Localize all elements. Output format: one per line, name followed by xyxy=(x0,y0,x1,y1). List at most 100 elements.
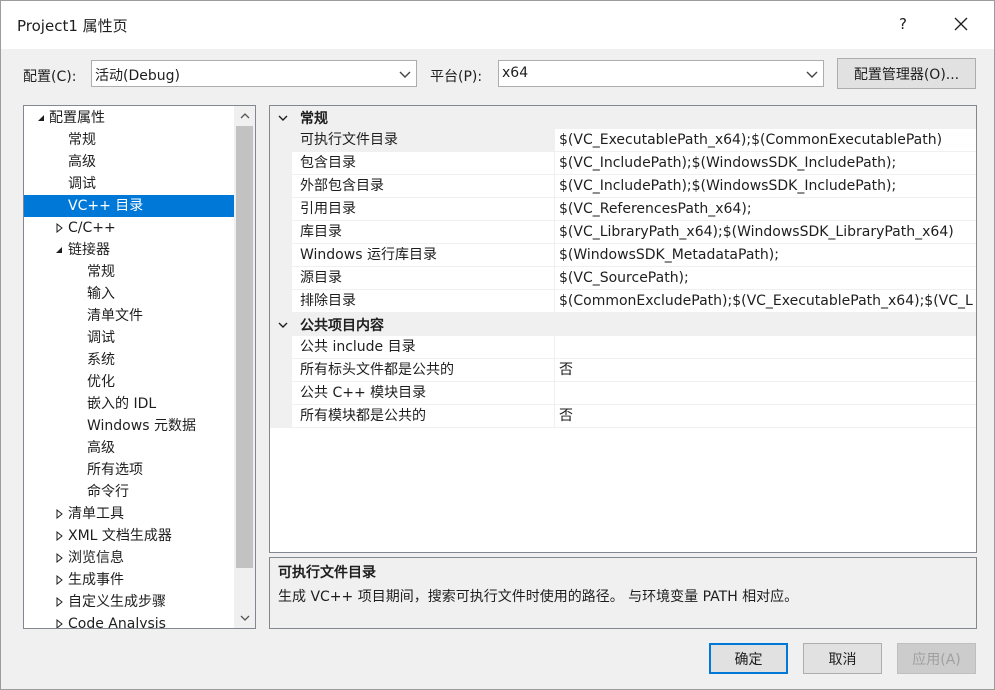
tree-item[interactable]: 浏览信息 xyxy=(24,547,234,569)
tree-item[interactable]: XML 文档生成器 xyxy=(24,525,234,547)
scroll-thumb[interactable] xyxy=(236,126,253,568)
triangle-collapsed-icon[interactable] xyxy=(54,223,64,233)
property-row[interactable]: 库目录 $(VC_LibraryPath_x64);$(WindowsSDK_Li… xyxy=(270,221,976,244)
property-row[interactable]: 引用目录 $(VC_ReferencesPath_x64); xyxy=(270,198,976,221)
property-name[interactable]: 外部包含目录 xyxy=(292,175,554,198)
tree-scrollbar[interactable] xyxy=(234,106,255,628)
property-name[interactable]: 排除目录 xyxy=(292,290,554,313)
triangle-expanded-icon[interactable] xyxy=(54,245,64,255)
row-gutter xyxy=(270,175,292,198)
configuration-manager-button[interactable]: 配置管理器(O)... xyxy=(837,58,976,89)
property-value[interactable]: $(VC_SourcePath); xyxy=(554,267,976,290)
tree-item[interactable]: 链接器 xyxy=(24,239,234,261)
triangle-collapsed-icon[interactable] xyxy=(54,597,64,607)
apply-button[interactable]: 应用(A) xyxy=(897,643,976,674)
tree-item-label: 链接器 xyxy=(68,242,110,258)
tree-item[interactable]: 所有选项 xyxy=(24,459,234,481)
tree-item[interactable]: 高级 xyxy=(24,437,234,459)
tree-item[interactable]: 调试 xyxy=(24,327,234,349)
row-gutter xyxy=(270,198,292,221)
property-value[interactable] xyxy=(554,382,976,405)
property-row[interactable]: 公共 C++ 模块目录 xyxy=(270,382,976,405)
scroll-down-button[interactable] xyxy=(234,608,255,628)
tree-item[interactable]: 清单文件 xyxy=(24,305,234,327)
tree-item[interactable]: 自定义生成步骤 xyxy=(24,591,234,613)
help-button[interactable]: ? xyxy=(885,7,921,41)
triangle-expanded-icon[interactable] xyxy=(36,113,46,123)
property-value[interactable]: 否 xyxy=(554,405,976,428)
tree-item[interactable]: 配置属性 xyxy=(24,107,234,129)
property-name[interactable]: 公共 include 目录 xyxy=(292,336,554,359)
property-name[interactable]: 可执行文件目录 xyxy=(292,129,554,152)
property-row[interactable]: 所有模块都是公共的否 xyxy=(270,405,976,428)
platform-combo[interactable]: x64 xyxy=(498,60,824,87)
property-value[interactable]: $(VC_IncludePath);$(WindowsSDK_IncludePa… xyxy=(554,152,976,175)
description-text: 生成 VC++ 项目期间，搜索可执行文件时使用的路径。 与环境变量 PATH 相… xyxy=(278,589,799,605)
tree-item[interactable]: 命令行 xyxy=(24,481,234,503)
property-value[interactable] xyxy=(554,336,976,359)
tree-item-label: 清单工具 xyxy=(68,506,124,522)
tree-item[interactable]: 高级 xyxy=(24,151,234,173)
triangle-collapsed-icon[interactable] xyxy=(54,553,64,563)
property-value[interactable]: $(VC_ReferencesPath_x64); xyxy=(554,198,976,221)
platform-combo-value: x64 xyxy=(502,65,529,81)
property-row[interactable]: 源目录 $(VC_SourcePath); xyxy=(270,267,976,290)
property-name[interactable]: 所有标头文件都是公共的 xyxy=(292,359,554,382)
tree-item[interactable]: 嵌入的 IDL xyxy=(24,393,234,415)
triangle-collapsed-icon[interactable] xyxy=(54,575,64,585)
scroll-up-button[interactable] xyxy=(234,106,255,126)
property-row[interactable]: Windows 运行库目录 $(WindowsSDK_MetadataPath); xyxy=(270,244,976,267)
tree-item[interactable]: Windows 元数据 xyxy=(24,415,234,437)
config-combo[interactable]: 活动(Debug) xyxy=(91,60,417,87)
tree-item-label: 清单文件 xyxy=(87,308,143,324)
tree-item-label: 配置属性 xyxy=(49,110,105,126)
property-name[interactable]: 引用目录 xyxy=(292,198,554,221)
tree-item[interactable]: C/C++ xyxy=(24,217,234,239)
tree-item[interactable]: 生成事件 xyxy=(24,569,234,591)
cancel-button[interactable]: 取消 xyxy=(803,643,882,674)
row-gutter xyxy=(270,359,292,382)
property-value[interactable]: $(VC_ExecutablePath_x64);$(CommonExecuta… xyxy=(554,129,976,152)
property-value[interactable]: $(WindowsSDK_MetadataPath); xyxy=(554,244,976,267)
tree-item[interactable]: 常规 xyxy=(24,129,234,151)
tree-item[interactable]: 输入 xyxy=(24,283,234,305)
tree-item[interactable]: VC++ 目录 xyxy=(24,195,234,217)
tree-item-label: Windows 元数据 xyxy=(87,418,196,434)
tree-item-label: 高级 xyxy=(87,440,115,456)
property-name[interactable]: 包含目录 xyxy=(292,152,554,175)
triangle-collapsed-icon[interactable] xyxy=(54,509,64,519)
triangle-collapsed-icon[interactable] xyxy=(54,619,64,629)
chevron-down-icon[interactable] xyxy=(278,320,288,330)
tree-item[interactable]: 常规 xyxy=(24,261,234,283)
tree-item[interactable]: 系统 xyxy=(24,349,234,371)
property-row[interactable]: 外部包含目录 $(VC_IncludePath);$(WindowsSDK_Inc… xyxy=(270,175,976,198)
tree-item[interactable]: 调试 xyxy=(24,173,234,195)
ok-button[interactable]: 确定 xyxy=(709,643,788,674)
property-row[interactable]: 可执行文件目录 $(VC_ExecutablePath_x64);$(Common… xyxy=(270,129,976,152)
property-name[interactable]: 库目录 xyxy=(292,221,554,244)
property-name[interactable]: 源目录 xyxy=(292,267,554,290)
property-value[interactable]: $(VC_LibraryPath_x64);$(WindowsSDK_Libra… xyxy=(554,221,976,244)
property-name[interactable]: 公共 C++ 模块目录 xyxy=(292,382,554,405)
property-value[interactable]: $(CommonExcludePath);$(VC_ExecutablePath… xyxy=(554,290,976,313)
tree-item[interactable]: 优化 xyxy=(24,371,234,393)
row-gutter xyxy=(270,405,292,428)
tree-item[interactable]: 清单工具 xyxy=(24,503,234,525)
property-name[interactable]: Windows 运行库目录 xyxy=(292,244,554,267)
property-name[interactable]: 所有模块都是公共的 xyxy=(292,405,554,428)
close-button[interactable] xyxy=(941,7,981,41)
property-row[interactable]: 所有标头文件都是公共的否 xyxy=(270,359,976,382)
property-category[interactable]: 常规 xyxy=(270,106,976,129)
property-value[interactable]: 否 xyxy=(554,359,976,382)
tree-item-label: 调试 xyxy=(68,176,96,192)
property-category[interactable]: 公共项目内容 xyxy=(270,313,976,336)
property-value[interactable]: $(VC_IncludePath);$(WindowsSDK_IncludePa… xyxy=(554,175,976,198)
property-row[interactable]: 包含目录 $(VC_IncludePath);$(WindowsSDK_Inclu… xyxy=(270,152,976,175)
tree-item[interactable]: Code Analysis xyxy=(24,613,234,629)
property-row[interactable]: 排除目录 $(CommonExcludePath);$(VC_Executable… xyxy=(270,290,976,313)
triangle-collapsed-icon[interactable] xyxy=(54,531,64,541)
chevron-down-icon[interactable] xyxy=(278,113,288,123)
property-row[interactable]: 公共 include 目录 xyxy=(270,336,976,359)
close-icon xyxy=(954,17,968,31)
tree-item-label: 调试 xyxy=(87,330,115,346)
